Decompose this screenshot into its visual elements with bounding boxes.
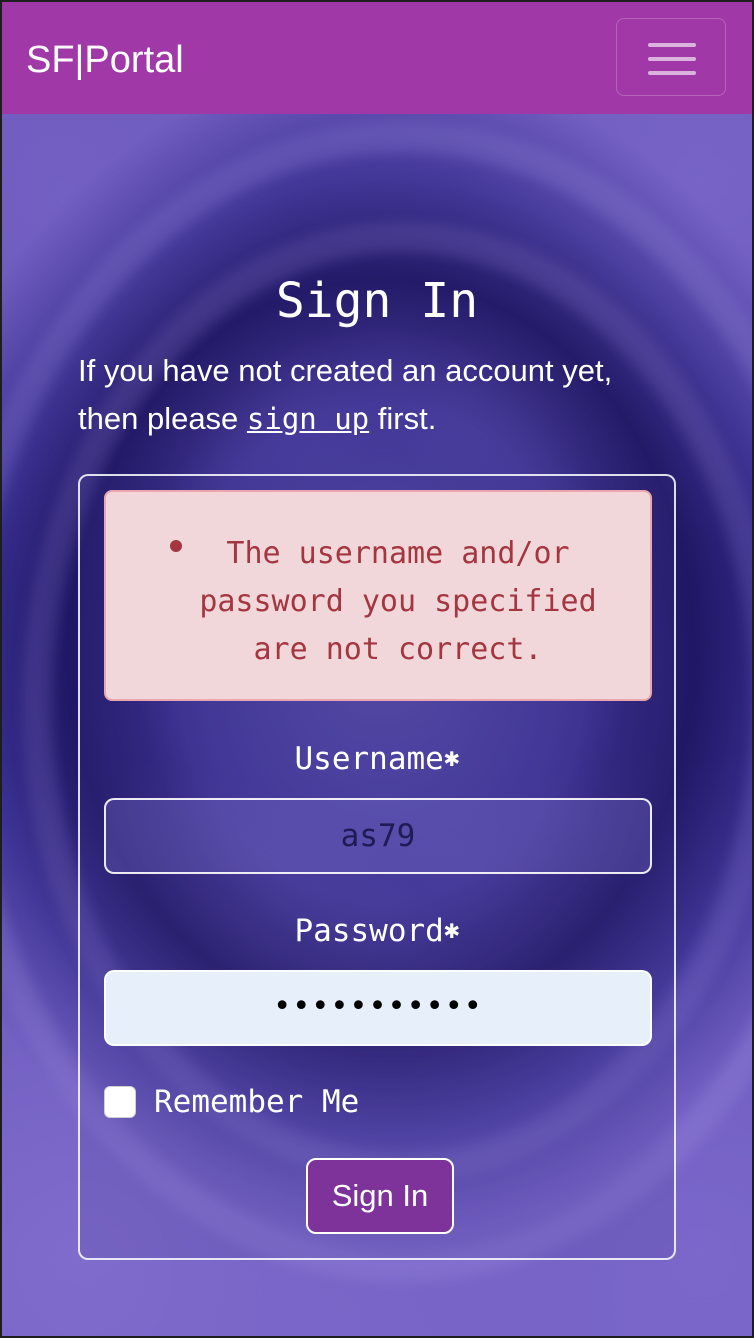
required-asterisk-icon: ✱ — [443, 743, 460, 773]
sign-in-button[interactable]: Sign In — [306, 1158, 454, 1234]
username-label: Username✱ — [80, 738, 674, 779]
required-asterisk-icon: ✱ — [443, 915, 460, 945]
remember-me-label[interactable]: Remember Me — [154, 1082, 359, 1122]
hamburger-menu-icon — [648, 57, 696, 61]
error-message: The username and/or password you specifi… — [199, 536, 597, 667]
password-label-text: Password — [294, 913, 444, 949]
intro-text: If you have not created an account yet, … — [78, 347, 678, 443]
remember-me-checkbox[interactable] — [104, 1086, 136, 1118]
username-input[interactable]: as79 — [104, 798, 652, 874]
navbar-toggler-button[interactable] — [616, 18, 726, 96]
password-input[interactable]: ••••••••••• — [104, 970, 652, 1046]
navbar: SF|Portal — [2, 2, 752, 114]
brand-logo[interactable]: SF|Portal — [26, 38, 184, 82]
intro-text-after: first. — [369, 401, 437, 436]
hamburger-menu-icon — [648, 43, 696, 47]
page-background: SF|Portal Sign In If you have not create… — [0, 0, 754, 1338]
error-alert: The username and/or password you specifi… — [104, 490, 652, 701]
password-label: Password✱ — [80, 910, 674, 951]
page-title: Sign In — [275, 273, 479, 329]
sign-up-link[interactable]: sign up — [247, 402, 369, 436]
hamburger-menu-icon — [648, 71, 696, 75]
sign-in-form: The username and/or password you specifi… — [78, 474, 676, 1260]
username-label-text: Username — [294, 741, 444, 777]
